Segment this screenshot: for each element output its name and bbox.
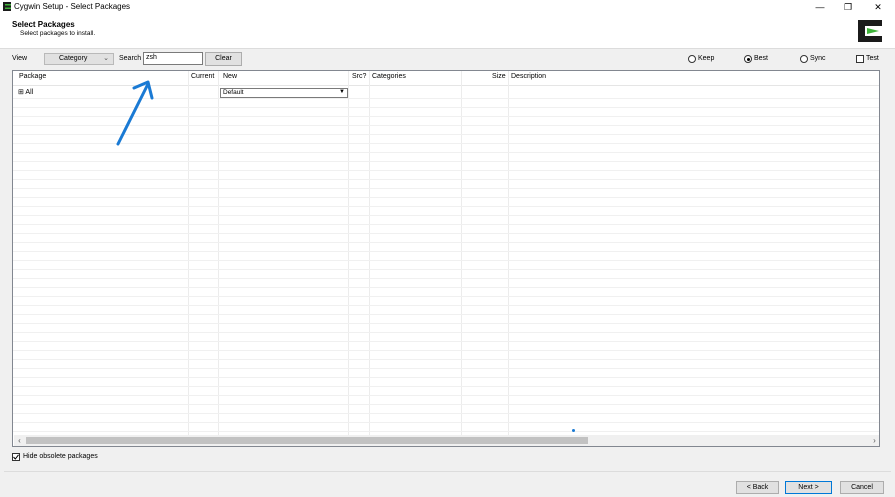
row-divider (13, 305, 879, 306)
column-description[interactable]: Description (511, 73, 546, 80)
row-divider (13, 422, 879, 423)
close-button[interactable]: ✕ (864, 0, 892, 14)
scroll-left-icon[interactable]: ‹ (14, 435, 25, 446)
row-divider (13, 386, 879, 387)
column-divider (188, 71, 189, 446)
title-bar: Cygwin Setup - Select Packages — ❐ ✕ (0, 0, 895, 14)
column-package[interactable]: Package (19, 73, 46, 80)
row-divider (13, 179, 879, 180)
row-divider (13, 368, 879, 369)
column-size[interactable]: Size (492, 73, 506, 80)
hide-obsolete-label: Hide obsolete packages (23, 453, 98, 460)
column-src[interactable]: Src? (352, 73, 366, 80)
column-divider (348, 71, 349, 446)
new-version-select[interactable]: Default ▼ (220, 88, 348, 98)
keep-radio-label: Keep (698, 55, 715, 62)
back-button[interactable]: < Back (736, 481, 779, 494)
search-label: Search (119, 55, 142, 62)
row-divider (13, 188, 879, 189)
page-subtitle: Select packages to install. (20, 30, 96, 37)
best-radio-label: Best (754, 55, 769, 62)
page-title: Select Packages (12, 20, 75, 29)
view-select-value: Category (59, 55, 88, 62)
column-divider (508, 71, 509, 446)
row-divider (13, 278, 879, 279)
scrollbar-thumb[interactable] (26, 437, 588, 444)
next-button[interactable]: Next > (785, 481, 832, 494)
row-divider (13, 215, 879, 216)
row-divider (13, 197, 879, 198)
hide-obsolete-checkbox[interactable] (12, 453, 20, 461)
row-divider (13, 170, 879, 171)
sync-radio-label: Sync (810, 55, 826, 62)
package-cell[interactable]: ⊞ All (18, 88, 33, 96)
row-divider (13, 269, 879, 270)
search-input[interactable]: zsh (143, 52, 203, 65)
row-divider (13, 233, 879, 234)
keep-radio[interactable] (688, 55, 696, 63)
search-input-value: zsh (146, 54, 157, 61)
page-header: Select Packages Select packages to insta… (0, 14, 895, 49)
new-version-value: Default (223, 89, 244, 96)
footer-divider (4, 471, 891, 472)
row-divider (13, 260, 879, 261)
best-radio[interactable] (744, 55, 752, 63)
row-divider (13, 242, 879, 243)
row-divider (13, 161, 879, 162)
column-current[interactable]: Current (191, 73, 214, 80)
row-divider (13, 314, 879, 315)
test-checkbox-label: Test (866, 55, 879, 62)
column-divider (461, 71, 462, 446)
row-divider (13, 287, 879, 288)
window-title: Cygwin Setup - Select Packages (14, 2, 131, 11)
column-categories[interactable]: Categories (372, 73, 406, 80)
chevron-down-icon: ⌄ (103, 55, 109, 62)
row-divider (13, 359, 879, 360)
row-divider (13, 413, 879, 414)
sync-radio[interactable] (800, 55, 808, 63)
row-divider (13, 332, 879, 333)
row-divider (13, 395, 879, 396)
row-divider (13, 152, 879, 153)
scroll-right-icon[interactable]: › (869, 435, 879, 446)
cygwin-logo (858, 20, 882, 42)
column-divider (369, 71, 370, 446)
row-divider (13, 224, 879, 225)
annotation-dot (572, 429, 575, 432)
cancel-button[interactable]: Cancel (840, 481, 884, 494)
view-label: View (12, 55, 28, 62)
test-checkbox[interactable] (856, 55, 864, 63)
checkmark-icon (13, 454, 19, 460)
dropdown-arrow-icon: ▼ (339, 89, 345, 95)
cygwin-app-icon (3, 2, 11, 11)
row-divider (13, 377, 879, 378)
row-divider (13, 431, 879, 432)
column-divider (218, 71, 219, 446)
row-divider (13, 296, 879, 297)
row-divider (13, 323, 879, 324)
row-divider (13, 251, 879, 252)
row-divider (13, 206, 879, 207)
restore-button[interactable]: ❐ (834, 0, 862, 14)
column-new[interactable]: New (223, 73, 237, 80)
minimize-button[interactable]: — (806, 0, 834, 14)
annotation-arrow (116, 80, 154, 146)
horizontal-scrollbar[interactable]: ‹ › (14, 435, 879, 446)
row-divider (13, 350, 879, 351)
clear-button[interactable]: Clear (205, 52, 242, 66)
view-select[interactable]: Category ⌄ (44, 53, 114, 65)
row-divider (13, 341, 879, 342)
row-divider (13, 404, 879, 405)
